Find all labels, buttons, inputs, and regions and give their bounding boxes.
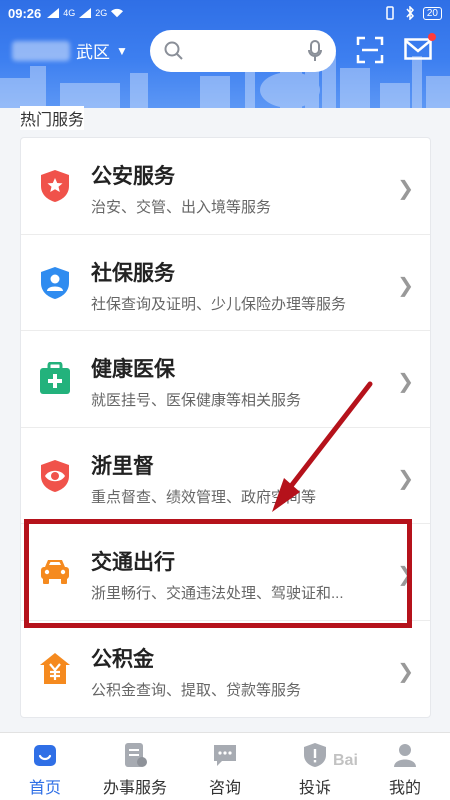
service-title: 公积金: [91, 647, 154, 671]
service-item-health[interactable]: 健康医保 就医挂号、医保健康等相关服务 ❯: [21, 331, 430, 428]
eye-shield-icon: [41, 459, 69, 492]
chat-icon: [214, 745, 236, 766]
signal-icon: [79, 8, 92, 18]
bottom-navigation: 首页 办事服务 咨询 投诉 我的: [0, 732, 450, 800]
service-description: 就医挂号、医保健康等相关服务: [91, 392, 302, 409]
chevron-right-icon: ❯: [397, 371, 414, 393]
service-title: 浙里督: [91, 454, 154, 478]
nav-label: 我的: [388, 780, 421, 797]
service-doc-icon: [125, 743, 147, 767]
chevron-right-icon: ❯: [397, 274, 414, 297]
wifi-icon: [111, 8, 124, 18]
service-description: 治安、交管、出入境等服务: [91, 199, 272, 216]
chevron-down-icon: ▼: [116, 43, 128, 58]
section-title: 热门服务: [20, 106, 85, 130]
nav-services[interactable]: 办事服务: [90, 733, 180, 800]
search-bar[interactable]: [150, 30, 336, 72]
scan-icon[interactable]: [356, 36, 384, 64]
highlight-box: [24, 519, 412, 628]
service-list: 公安服务 治安、交管、出入境等服务 ❯ 社保服务 社保查询及证明、少儿保险办理等…: [20, 137, 431, 718]
nav-label: 投诉: [298, 780, 331, 797]
home-icon: [34, 745, 56, 766]
service-description: 重点督查、绩效管理、政府空间等: [91, 488, 317, 506]
status-bar: 09:26 4G 2G 20: [0, 0, 450, 26]
nav-label: 咨询: [208, 780, 241, 797]
service-item-social-security[interactable]: 社保服务 社保查询及证明、少儿保险办理等服务 ❯: [21, 235, 430, 331]
service-title: 公安服务: [91, 165, 175, 188]
search-icon: [164, 41, 183, 60]
nav-home[interactable]: 首页: [0, 733, 90, 800]
nav-label: 办事服务: [102, 780, 167, 797]
vibrate-icon: [386, 6, 394, 20]
battery-indicator: 20: [422, 6, 442, 20]
message-icon[interactable]: [404, 38, 432, 60]
chevron-right-icon: ❯: [397, 660, 414, 683]
service-item-supervision[interactable]: 浙里督 重点督查、绩效管理、政府空间等 ❯: [21, 428, 430, 524]
medical-kit-icon: [40, 362, 70, 394]
chevron-right-icon: ❯: [397, 467, 414, 490]
microphone-icon[interactable]: [308, 40, 322, 62]
notification-dot: [428, 33, 436, 41]
bluetooth-icon: [406, 6, 414, 20]
nav-label: 首页: [28, 780, 61, 797]
network-type-label: 2G: [95, 8, 108, 18]
status-time: 09:26: [8, 5, 42, 21]
app-header: 09:26 4G 2G 20 武区 ▼: [0, 0, 450, 108]
blurred-location-prefix: [12, 40, 70, 61]
location-selector[interactable]: 武区 ▼: [12, 38, 128, 63]
service-item-police[interactable]: 公安服务 治安、交管、出入境等服务 ❯: [21, 138, 430, 235]
social-security-person-icon: [41, 266, 69, 299]
network-type-label: 4G: [63, 8, 76, 18]
complaint-shield-icon: [304, 743, 326, 767]
nav-consult[interactable]: 咨询: [180, 733, 270, 800]
location-label: 武区: [76, 43, 110, 62]
signal-icon: [47, 8, 60, 18]
service-description: 社保查询及证明、少儿保险办理等服务: [91, 295, 347, 313]
service-item-housing-fund[interactable]: 公积金 公积金查询、提取、贷款等服务 ❯: [21, 621, 430, 718]
nav-profile[interactable]: 我的: [360, 733, 450, 800]
service-description: 公积金查询、提取、贷款等服务: [91, 681, 302, 699]
service-title: 健康医保: [91, 358, 175, 381]
chevron-right-icon: ❯: [397, 178, 414, 200]
yuan-house-icon: [40, 652, 70, 684]
watermark-text: Bai: [333, 752, 358, 769]
profile-icon: [394, 744, 416, 767]
police-star-icon: [41, 170, 69, 202]
service-title: 社保服务: [91, 261, 175, 285]
